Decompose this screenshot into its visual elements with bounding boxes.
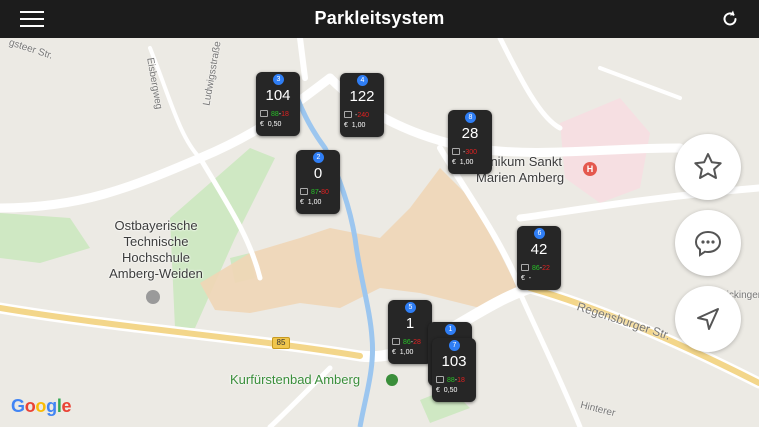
tag-icon (452, 148, 460, 155)
place-label-university: Ostbayerische Technische Hochschule Ambe… (109, 218, 203, 281)
google-logo-letter: G (11, 396, 25, 416)
place-label-pool: Kurfürstenbad Amberg (230, 372, 361, 387)
tag-icon (436, 376, 444, 383)
capacity-row: 87-80 (300, 188, 338, 197)
google-logo-letter: o (24, 396, 36, 416)
carpark-marker[interactable]: 2 0 87-80 € 1,00 (296, 150, 340, 214)
carpark-marker[interactable]: 5 1 86-28 € 1,00 (388, 300, 432, 364)
free-spaces-count: 104 (265, 87, 291, 104)
place-label-clinic: Klinikum Sankt Marien Amberg (476, 154, 565, 185)
top-app-bar: Parkleitsystem (0, 0, 759, 38)
open-count: 88 (447, 377, 455, 384)
page-title: Parkleitsystem (314, 8, 445, 28)
navigation-arrow-icon (697, 308, 719, 330)
locate-button[interactable] (675, 286, 741, 352)
carpark-number-badge: 8 (465, 112, 476, 123)
university-icon (146, 290, 160, 304)
capacity-row: -240 (344, 111, 382, 120)
capacity-row: -300 (452, 148, 490, 157)
refresh-icon[interactable] (719, 8, 741, 30)
occupied-count: 18 (457, 377, 465, 384)
price-row: € 1,00 (452, 158, 490, 167)
occupied-count: 240 (357, 112, 370, 119)
pool-icon (386, 374, 398, 386)
carpark-number-badge: 3 (273, 74, 284, 85)
star-icon (694, 153, 722, 179)
open-count: 88 (271, 111, 279, 118)
google-logo-letter: o (35, 396, 47, 416)
free-spaces-count: 1 (405, 315, 415, 332)
carpark-marker[interactable]: 4 122 -240 € 1,00 (340, 73, 384, 137)
carpark-number-badge: 6 (534, 228, 545, 239)
capacity-row: 88-18 (436, 376, 474, 385)
price-row: € 1,00 (344, 121, 382, 130)
messages-button[interactable] (675, 210, 741, 276)
free-spaces-count: 122 (349, 88, 375, 105)
hourly-price: 1,00 (307, 199, 322, 206)
capacity-row: 86-28 (392, 338, 430, 347)
occupied-count: 28 (413, 339, 421, 346)
chat-bubble-icon (694, 230, 722, 257)
hourly-price: 0,50 (443, 387, 458, 394)
free-spaces-count: 42 (530, 241, 548, 258)
hourly-price: 1,00 (399, 349, 414, 356)
hourly-price: 1,00 (459, 159, 474, 166)
carpark-marker[interactable]: 6 42 86-22 € - (517, 226, 561, 290)
tag-icon (300, 188, 308, 195)
app-root: Parkleitsystem gsteer Str. Eisbergweg Lu… (0, 0, 759, 427)
road-badge: 85 (272, 337, 290, 349)
currency-symbol: € (260, 121, 264, 128)
carpark-number-badge: 2 (313, 152, 324, 163)
open-count: 86 (532, 265, 540, 272)
open-count: 87 (311, 189, 319, 196)
capacity-row: 86-22 (521, 264, 559, 273)
tag-icon (392, 338, 400, 345)
occupied-count: 300 (465, 149, 478, 156)
price-row: € - (521, 274, 559, 283)
carpark-marker[interactable]: 3 104 88-18 € 0,50 (256, 72, 300, 136)
carpark-number-badge: 5 (405, 302, 416, 313)
currency-symbol: € (452, 159, 456, 166)
currency-symbol: € (521, 275, 525, 282)
carpark-number-badge: 4 (357, 75, 368, 86)
occupied-count: 22 (542, 265, 550, 272)
currency-symbol: € (300, 199, 304, 206)
occupied-count: 80 (321, 189, 329, 196)
free-spaces-count: 103 (441, 353, 467, 370)
carpark-marker[interactable]: 8 28 -300 € 1,00 (448, 110, 492, 174)
hourly-price: 0,50 (267, 121, 282, 128)
google-logo: Google (11, 396, 72, 417)
price-row: € 0,50 (260, 120, 298, 129)
carpark-number-badge: 1 (445, 324, 456, 335)
google-logo-letter: g (46, 396, 57, 416)
tag-icon (521, 264, 529, 271)
favorites-button[interactable] (675, 134, 741, 200)
google-logo-letter: e (61, 396, 72, 416)
open-count: 86 (403, 339, 411, 346)
occupied-count: 18 (281, 111, 289, 118)
currency-symbol: € (344, 122, 348, 129)
tag-icon (260, 110, 268, 117)
hourly-price: - (528, 275, 532, 282)
hospital-icon: H (583, 162, 597, 176)
capacity-row: 88-18 (260, 110, 298, 119)
currency-symbol: € (436, 387, 440, 394)
carpark-marker[interactable]: 7 103 88-18 € 0,50 (432, 338, 476, 402)
free-spaces-count: 28 (461, 125, 479, 142)
currency-symbol: € (392, 349, 396, 356)
map-view[interactable]: gsteer Str. Eisbergweg Ludwigsstraße Reg… (0, 38, 759, 427)
price-row: € 1,00 (392, 348, 430, 357)
tag-icon (344, 111, 352, 118)
price-row: € 1,00 (300, 198, 338, 207)
price-row: € 0,50 (436, 386, 474, 395)
carpark-number-badge: 7 (449, 340, 460, 351)
free-spaces-count: 0 (313, 165, 323, 182)
hourly-price: 1,00 (351, 122, 366, 129)
